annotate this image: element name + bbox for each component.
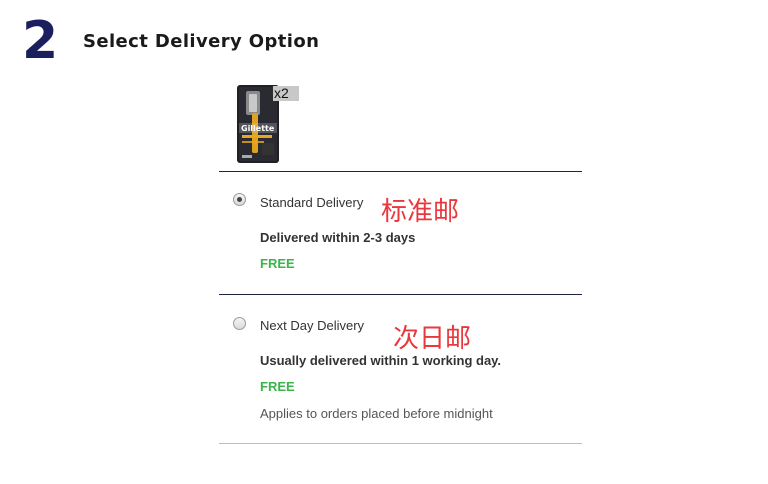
standard-delivery-label[interactable]: Standard Delivery	[260, 195, 363, 210]
standard-delivery-description: Delivered within 2-3 days	[260, 230, 416, 245]
divider	[219, 294, 582, 295]
divider	[219, 443, 582, 444]
next-day-delivery-price: FREE	[260, 379, 295, 394]
svg-text:Gillette: Gillette	[241, 124, 275, 133]
standard-delivery-radio[interactable]	[233, 193, 246, 206]
standard-delivery-price: FREE	[260, 256, 295, 271]
delivery-option-section: 2 Select Delivery Option Gillette x2 Sta…	[0, 0, 768, 484]
quantity-badge: x2	[273, 86, 299, 101]
divider	[219, 171, 582, 172]
standard-delivery-annotation: 标准邮	[381, 197, 460, 227]
section-title: Select Delivery Option	[83, 31, 320, 52]
next-day-delivery-label[interactable]: Next Day Delivery	[260, 318, 364, 333]
next-day-delivery-annotation: 次日邮	[393, 324, 472, 354]
step-number: 2	[22, 11, 59, 71]
next-day-delivery-note: Applies to orders placed before midnight	[260, 406, 493, 421]
next-day-delivery-description: Usually delivered within 1 working day.	[260, 353, 502, 368]
next-day-delivery-radio[interactable]	[233, 317, 246, 330]
